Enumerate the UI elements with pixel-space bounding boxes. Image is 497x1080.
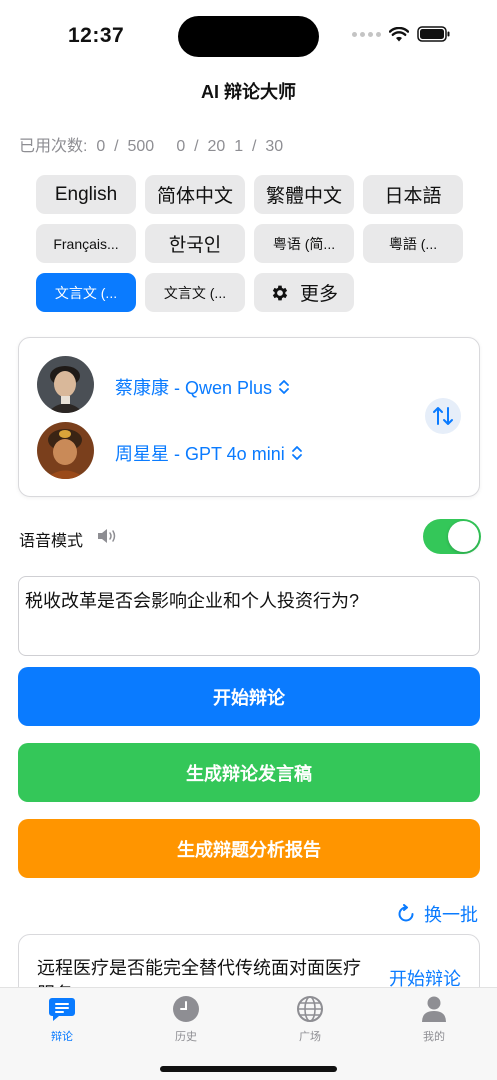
debater-name-1: 蔡康康 - Qwen Plus: [115, 378, 273, 398]
toggle-knob: [448, 521, 479, 552]
speaker-icon: [98, 529, 116, 543]
status-bar: 12:37: [0, 0, 497, 60]
refresh-label: 换一批: [424, 905, 478, 925]
dynamic-island: [178, 16, 319, 57]
swap-icon: [433, 407, 453, 425]
language-option-traditional-chinese[interactable]: 繁體中文: [254, 175, 354, 214]
chevron-updown-icon: [279, 380, 289, 394]
language-option-korean[interactable]: 한국인: [145, 224, 245, 263]
tab-plaza[interactable]: 广场: [270, 994, 350, 1044]
language-option-japanese[interactable]: 日本語: [363, 175, 463, 214]
status-icons: [352, 26, 451, 42]
person-icon: [421, 994, 447, 1024]
debater-selector-2[interactable]: 周星星 - GPT 4o mini: [115, 440, 303, 466]
status-time: 12:37: [68, 24, 125, 47]
voice-mode-row: 语音模式: [19, 518, 481, 556]
debater-name-2: 周星星 - GPT 4o mini: [115, 444, 285, 464]
refresh-topics-button[interactable]: 换一批: [396, 901, 478, 927]
generate-report-button[interactable]: 生成辩题分析报告: [18, 819, 480, 878]
refresh-icon: [398, 904, 414, 922]
chevron-updown-icon: [291, 446, 302, 460]
tab-debate-label: 辩论: [51, 1031, 73, 1043]
battery-icon: [417, 26, 450, 42]
debater-selector-1[interactable]: 蔡康康 - Qwen Plus: [115, 374, 290, 400]
topic-input[interactable]: 税收改革是否会影响企业和个人投资行为?: [18, 576, 480, 656]
tab-debate[interactable]: 辩论: [22, 994, 102, 1044]
more-languages-button[interactable]: 更多: [254, 273, 354, 312]
debater-card: 蔡康康 - Qwen Plus 周星星 - GPT 4o mini: [18, 337, 480, 497]
language-option-cantonese-traditional[interactable]: 粵語 (...: [363, 224, 463, 263]
language-option-classical-chinese-selected[interactable]: 文言文 (...: [36, 273, 136, 312]
avatar[interactable]: [37, 356, 94, 413]
generate-speech-button[interactable]: 生成辩论发言稿: [18, 743, 480, 802]
voice-mode-label: 语音模式: [19, 533, 84, 550]
usage-counter: 已用次数: 0 / 500 0 / 20 1 / 30: [19, 138, 284, 155]
signal-icon: [352, 31, 381, 37]
tab-bar: 辩论 历史 广场 我的: [0, 987, 497, 1080]
swap-debaters-button[interactable]: [425, 398, 461, 434]
language-option-simplified-chinese[interactable]: 简体中文: [145, 175, 245, 214]
avatar[interactable]: [37, 422, 94, 479]
language-grid: English 简体中文 繁體中文 日本語 Français... 한국인 粤语…: [36, 175, 463, 312]
more-languages-label: 更多: [299, 284, 338, 305]
language-option-french[interactable]: Français...: [36, 224, 136, 263]
start-debate-button[interactable]: 开始辩论: [18, 667, 480, 726]
language-option-cantonese-simplified[interactable]: 粤语 (简...: [254, 224, 354, 263]
tab-plaza-label: 广场: [299, 1031, 321, 1043]
tab-profile-label: 我的: [423, 1031, 445, 1043]
voice-mode-toggle[interactable]: [423, 519, 481, 554]
page-title: AI 辩论大师: [200, 82, 296, 102]
language-option-english[interactable]: English: [36, 175, 136, 214]
language-option-classical-chinese[interactable]: 文言文 (...: [145, 273, 245, 312]
home-indicator: [160, 1066, 337, 1072]
wifi-icon: [389, 26, 409, 41]
gear-icon: [270, 283, 290, 303]
clock-icon: [172, 994, 200, 1024]
tab-history[interactable]: 历史: [146, 994, 226, 1044]
globe-icon: [296, 994, 324, 1024]
chat-icon: [47, 994, 77, 1024]
tab-history-label: 历史: [175, 1031, 197, 1043]
tab-profile[interactable]: 我的: [394, 994, 474, 1044]
